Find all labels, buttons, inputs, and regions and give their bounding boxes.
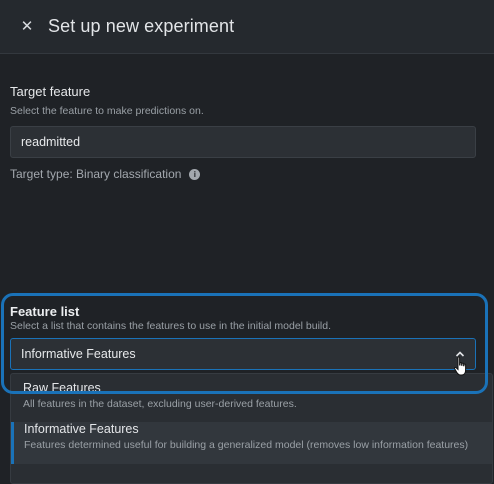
option-label: Informative Features	[24, 422, 139, 436]
target-feature-input[interactable]: readmitted	[10, 126, 476, 158]
target-type-row: Target type: Binary classification i	[10, 167, 201, 181]
dropdown-option-raw-features[interactable]: Raw Features All features in the dataset…	[11, 381, 492, 422]
panel-header: ✕ Set up new experiment	[0, 0, 494, 54]
option-label: Raw Features	[23, 381, 101, 395]
feature-list-description: Select a list that contains the features…	[10, 320, 332, 332]
experiment-setup-panel: ✕ Set up new experiment Target feature S…	[0, 0, 494, 484]
panel-title: Set up new experiment	[48, 16, 235, 36]
target-feature-description: Select the feature to make predictions o…	[10, 105, 204, 117]
target-feature-value: readmitted	[21, 135, 81, 149]
hand-cursor-icon	[454, 356, 467, 376]
feature-list-select[interactable]: Informative Features	[10, 338, 476, 370]
target-type-text: Target type: Binary classification	[10, 167, 182, 181]
dropdown-option-informative-features[interactable]: Informative Features Features determined…	[11, 422, 492, 464]
option-description: All features in the dataset, excluding u…	[23, 398, 297, 410]
close-icon[interactable]: ✕	[20, 19, 34, 34]
feature-list-title: Feature list	[10, 304, 80, 319]
target-feature-title: Target feature	[10, 84, 91, 99]
info-icon[interactable]: i	[189, 168, 201, 180]
feature-list-selected-value: Informative Features	[21, 347, 136, 361]
option-description: Features determined useful for building …	[24, 439, 469, 451]
feature-list-dropdown: Raw Features All features in the dataset…	[10, 373, 493, 484]
